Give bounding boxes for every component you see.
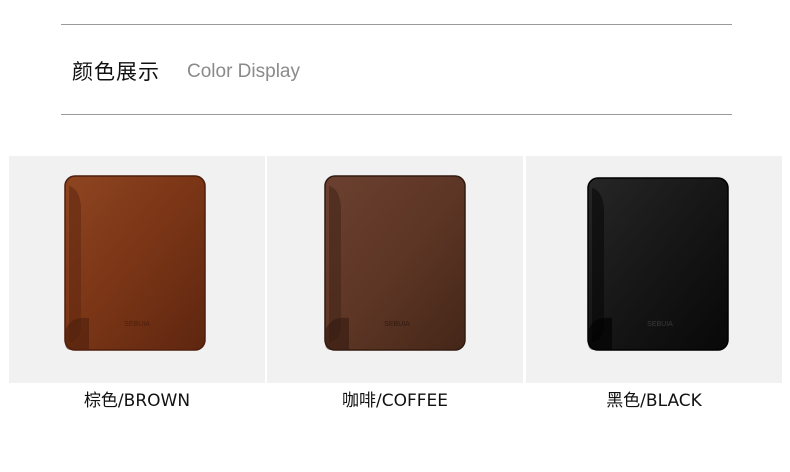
- wallet-brown-icon: SEBUIA: [64, 175, 206, 351]
- product-label-coffee: 咖啡/COFFEE: [341, 391, 449, 411]
- wallet-coffee-icon: SEBUIA: [324, 175, 466, 351]
- top-divider: [61, 24, 732, 25]
- bottom-divider: [61, 114, 732, 115]
- section-title: 颜色展示: [72, 60, 160, 84]
- svg-text:SEBUIA: SEBUIA: [384, 321, 410, 328]
- product-label-black: 黑色/BLACK: [606, 391, 702, 411]
- section-subtitle: Color Display: [187, 61, 300, 82]
- product-image-coffee: SEBUIA: [267, 156, 523, 383]
- product-label-brown: 棕色/BROWN: [83, 391, 191, 411]
- wallet-black-icon: SEBUIA: [587, 177, 729, 351]
- product-image-black: SEBUIA: [526, 156, 782, 383]
- svg-text:SEBUIA: SEBUIA: [647, 321, 673, 328]
- product-image-brown: SEBUIA: [9, 156, 265, 383]
- svg-text:SEBUIA: SEBUIA: [124, 321, 150, 328]
